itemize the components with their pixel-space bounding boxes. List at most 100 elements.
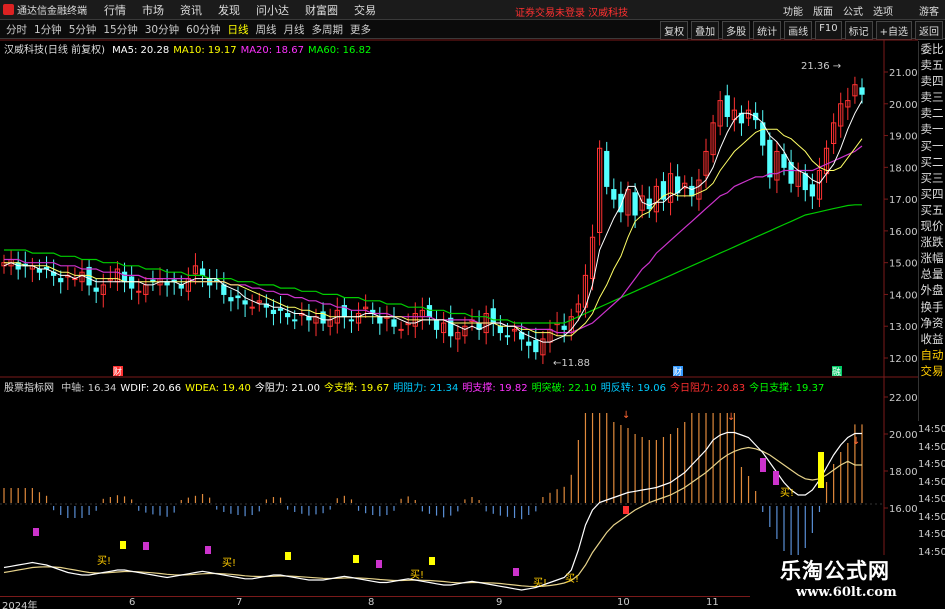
indicator-label-4: 今支撑: 19.67 — [324, 383, 390, 394]
candle-body-102 — [724, 95, 730, 117]
indicator-label-10: 今日支撑: 19.37 — [749, 383, 825, 394]
tool-button-8[interactable]: 返回 — [915, 21, 943, 40]
price-tick-label-3: 15.00 — [889, 259, 918, 270]
watermark: 乐淘公式网 www.60lt.com — [750, 555, 945, 609]
signal-block-5 — [353, 555, 359, 563]
side-item-17[interactable]: 净资 — [919, 315, 945, 331]
candle-body-75 — [533, 340, 539, 353]
ma5-line — [3, 100, 863, 343]
x-tick-label-4: 9 — [496, 597, 503, 608]
signal-block-1 — [120, 541, 126, 549]
candle-body-40 — [285, 313, 291, 318]
candle-body-34 — [242, 300, 248, 305]
x-tick-label-2: 7 — [236, 597, 243, 608]
signal-block-2 — [143, 542, 149, 550]
candle-body-91 — [646, 198, 652, 210]
side-item-18[interactable]: 收益 — [919, 331, 945, 347]
price-tick-label-1: 13.00 — [889, 322, 918, 333]
indicator-arrow-1: ↓ — [727, 412, 735, 423]
candle-body-39 — [277, 308, 284, 311]
time-label-5: 14:50 — [918, 511, 945, 523]
buy-signal-3: 买! — [533, 577, 547, 589]
candle-body-31 — [221, 284, 227, 295]
time-label-1: 14:50 — [918, 441, 945, 453]
price-tick-label-5: 17.00 — [889, 195, 918, 206]
price-tick-label-9: 21.00 — [889, 68, 918, 79]
candle-body-19 — [136, 290, 142, 293]
time-label-0: 14:50 — [918, 424, 945, 435]
quote-side-panel: 委比 卖五 卖四 卖三 卖二 卖一 买一 买二 买三 买四 买五 现价 涨跌 涨幅 总量 外盘 换手 净资 收益 自动… — [918, 41, 945, 421]
candle-body-8 — [58, 278, 64, 283]
price-chart[interactable]: 12.00 13.00 14.00 15.00 16.00 17.00 18.00 19.00… — [0, 0, 918, 596]
side-item-6[interactable]: 买一 — [919, 138, 945, 154]
indicator-label-5: 明阻力: 21.34 — [393, 383, 459, 394]
ind-tick-label-1: 18.00 — [889, 467, 918, 478]
buy-signal-5: 买! — [780, 487, 794, 499]
candle-body-35 — [249, 306, 255, 309]
guest-user[interactable]: 游客 — [919, 3, 939, 18]
side-item-5[interactable]: 卖一 — [919, 121, 945, 137]
candle-body-61 — [433, 319, 440, 330]
ind-tick-label-0: 16.00 — [889, 504, 918, 515]
side-item-11[interactable]: 现价 — [919, 218, 945, 234]
candle-body-87 — [618, 193, 624, 213]
signal-block-7 — [429, 557, 435, 565]
side-item-8[interactable]: 买三 — [919, 170, 945, 186]
indicator-label-3: 今阻力: 21.00 — [254, 383, 321, 394]
indicator-title: 股票指标网 — [4, 383, 54, 394]
ind-tick-label-3: 22.00 — [889, 393, 918, 404]
candle-body-89 — [632, 192, 638, 216]
time-label-2: 14:50 — [918, 459, 945, 470]
price-tick-label-8: 20.00 — [889, 100, 918, 111]
indicator-label-6: 明支撑: 19.82 — [462, 383, 528, 394]
candle-body-41 — [292, 319, 298, 322]
candle-body-113 — [802, 173, 808, 191]
side-item-3[interactable]: 卖三 — [919, 89, 945, 105]
side-item-4[interactable]: 卖二 — [919, 105, 945, 121]
candle-body-56 — [398, 328, 404, 331]
x-tick-label-3: 8 — [368, 597, 375, 608]
candle-body-70 — [497, 325, 503, 334]
side-item-2[interactable]: 卖四 — [919, 73, 945, 89]
side-item-0[interactable]: 委比 — [919, 41, 945, 57]
indicator-label-8: 明反转: 19.06 — [600, 383, 666, 394]
candle-body-32 — [228, 297, 234, 302]
price-tick-label-2: 14.00 — [889, 290, 918, 301]
time-label-6: 14:50 — [918, 529, 945, 540]
candle-body-71 — [504, 335, 511, 338]
side-item-15[interactable]: 外盘 — [919, 282, 945, 298]
candle-body-74 — [526, 341, 532, 346]
signal-block-4 — [285, 552, 291, 560]
side-item-19[interactable]: 自动 — [919, 347, 945, 363]
side-item-1[interactable]: 卖五 — [919, 57, 945, 73]
price-tick-label-0: 12.00 — [889, 354, 918, 365]
candle-body-79 — [561, 325, 567, 330]
side-item-9[interactable]: 买四 — [919, 186, 945, 202]
buy-signal-1: 买! — [222, 557, 236, 569]
ma20-line — [4, 145, 863, 334]
candle-body-18 — [129, 276, 135, 289]
side-item-7[interactable]: 买二 — [919, 154, 945, 170]
candle-body-60 — [426, 305, 433, 318]
side-item-10[interactable]: 买五 — [919, 202, 945, 218]
indicator-label-0: 中轴: 16.34 — [61, 383, 117, 394]
ma60-line — [4, 204, 862, 324]
wdea-line — [3, 446, 862, 588]
side-item-12[interactable]: 涨跌 — [919, 234, 945, 250]
price-tick-label-6: 18.00 — [889, 163, 918, 174]
watermark-url: www.60lt.com — [796, 585, 897, 600]
event-marker-label-1: 财 — [673, 366, 682, 378]
event-marker-label-0: 财 — [113, 366, 122, 378]
candle-body-17 — [121, 271, 128, 283]
side-item-14[interactable]: 总量 — [919, 266, 945, 282]
side-item-20[interactable]: 交易 — [919, 363, 945, 379]
buy-signal-4: 买! — [565, 573, 579, 585]
side-item-13[interactable]: 涨幅 — [919, 250, 945, 266]
candle-body-121 — [859, 87, 865, 95]
time-label-3: 14:50 — [918, 476, 945, 488]
candle-body-63 — [448, 317, 454, 337]
trading-terminal: 通达信金融终端 行情 市场 资讯 发现 问小达 财富圈 交易 证券交易未登录 汉… — [0, 0, 945, 609]
indicator-label-2: WDEA: 19.40 — [185, 383, 251, 394]
side-item-16[interactable]: 换手 — [919, 299, 945, 315]
indicator-label-9: 今日阻力: 20.83 — [669, 383, 746, 394]
